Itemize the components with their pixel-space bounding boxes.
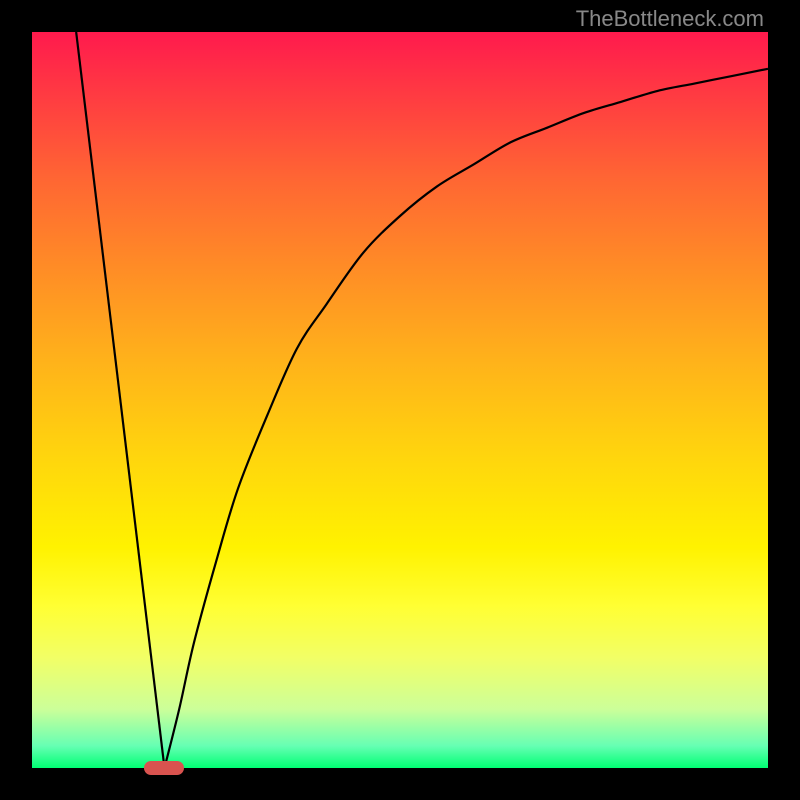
vertex-marker <box>144 761 184 775</box>
watermark-text: TheBottleneck.com <box>576 6 764 32</box>
left-line-path <box>76 32 164 768</box>
right-curve-path <box>164 69 768 768</box>
chart-lines <box>32 32 768 768</box>
